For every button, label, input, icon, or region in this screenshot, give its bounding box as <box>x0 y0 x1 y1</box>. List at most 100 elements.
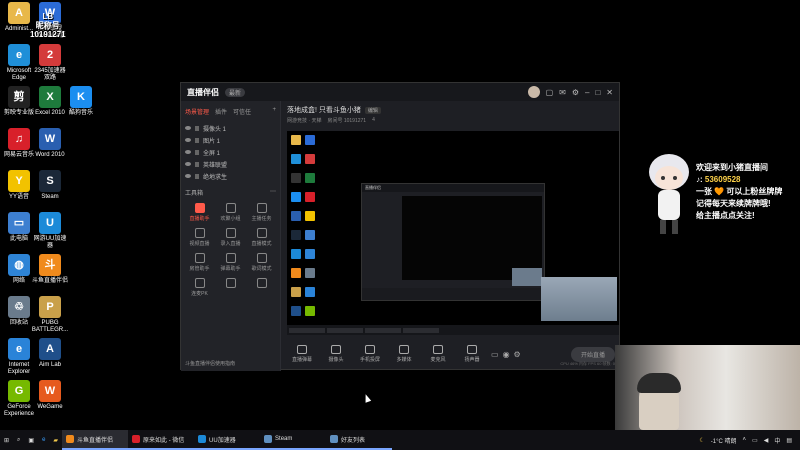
tool-item[interactable]: 歌词模式 <box>247 253 276 272</box>
tab-plugins[interactable]: 插件 <box>215 107 227 116</box>
tool-item[interactable]: 直播助手 <box>185 203 214 222</box>
tool-icon <box>225 253 236 263</box>
taskbar-app[interactable]: 好友列表 <box>326 430 393 450</box>
video-icon[interactable]: ▭ <box>491 350 499 359</box>
input-language[interactable]: 中 <box>774 436 780 445</box>
preview-desktop-icons <box>289 133 323 342</box>
network-icon[interactable]: ▭ <box>752 437 758 444</box>
avatar[interactable] <box>527 86 540 98</box>
desktop-icon[interactable]: U 网游UU加速 器 <box>31 212 69 250</box>
overlay-welcome: 欢迎来到小猪直播间 <box>696 163 768 172</box>
start-button[interactable]: ⊞ <box>0 430 13 450</box>
tool-label: 直播模式 <box>251 241 272 247</box>
tool-item[interactable]: 直播模式 <box>247 228 276 247</box>
notification-icon[interactable]: ▤ <box>786 437 792 444</box>
eye-icon[interactable] <box>185 126 191 130</box>
task-view-icon: ▣ <box>28 437 35 444</box>
tool-item[interactable] <box>247 278 276 297</box>
edge-button[interactable]: e <box>38 430 49 450</box>
tool-item[interactable]: 房管助手 <box>185 253 214 272</box>
tool-label: 主播任务 <box>251 216 272 222</box>
message-icon[interactable]: ▢ <box>546 88 554 97</box>
window-titlebar: 直播伴侣 最新 ▢ ✉ ⚙ – □ ✕ <box>181 83 619 101</box>
tool-item[interactable]: 欢聚小组 <box>216 203 245 222</box>
taskbar-app[interactable]: 原来如此 - 微信 <box>128 430 195 450</box>
scene-item[interactable]: 绝地求生 <box>181 170 280 182</box>
app-icon: ♲ <box>8 296 30 318</box>
eye-icon[interactable]: ◉ <box>503 350 510 359</box>
app-icon: ▭ <box>8 212 30 234</box>
chevron-up-icon[interactable]: ˄ <box>743 437 747 443</box>
room-meta: 网游竞技 · 天梯 房间号 10191271 4 <box>281 117 621 124</box>
settings-icon[interactable]: ⚙ <box>572 88 579 97</box>
desktop-icon[interactable]: A Aim Lab <box>31 338 69 369</box>
preview-icon <box>291 230 301 240</box>
tool-icon <box>225 203 236 213</box>
desktop-icon[interactable]: 2 2345加速器 双路 <box>31 44 69 82</box>
scene-item[interactable]: 图片 1 <box>181 134 280 146</box>
eye-icon[interactable] <box>185 162 191 166</box>
add-tab-button[interactable]: + <box>272 107 276 116</box>
taskbar-app-label: UU加速器 <box>209 437 236 444</box>
desktop-icon[interactable]: W WeGame <box>31 380 69 411</box>
overlay-line5: 给主播点点关注! <box>696 211 755 220</box>
gift-icon[interactable]: ✉ <box>559 88 566 97</box>
webcam-feed <box>615 345 800 430</box>
tool-item[interactable]: 连麦PK <box>185 278 214 297</box>
lock-icon[interactable] <box>195 161 199 167</box>
app-icon: Y <box>8 170 30 192</box>
mouse-cursor <box>362 393 372 403</box>
explorer-button[interactable]: ▰ <box>49 430 62 450</box>
lock-icon[interactable] <box>195 137 199 143</box>
taskbar-app-icon <box>132 435 141 443</box>
start-live-button[interactable]: 开始直播 <box>570 346 615 362</box>
desktop-icon[interactable]: K 酷狗音乐 <box>62 86 100 117</box>
search-button[interactable]: ⌕ <box>13 430 24 450</box>
taskbar-app[interactable]: 斗鱼直播伴侣 <box>62 430 129 450</box>
eye-icon[interactable] <box>185 150 191 154</box>
tools-grid: 直播助手 欢聚小组 主播任务视频直播 录入直播 直播模式房管助手 弹幕助手 歌词模式连麦PK <box>181 201 280 299</box>
desktop-icon[interactable]: P PUBG BATTLEGR... <box>31 296 69 334</box>
lock-icon[interactable] <box>195 149 199 155</box>
preview-icon <box>291 173 301 183</box>
taskbar-app-label: Steam <box>275 436 293 442</box>
tool-item[interactable] <box>216 278 245 297</box>
weather-text[interactable]: -1°C 晴朗 <box>711 436 737 445</box>
tab-trusted[interactable]: 可信任 <box>233 107 251 116</box>
preview-icon <box>305 230 315 240</box>
tool-item[interactable]: 录入直播 <box>216 228 245 247</box>
tool-item[interactable]: 视频直播 <box>185 228 214 247</box>
guide-link[interactable]: 斗鱼直播伴侣使用指南 <box>185 360 235 367</box>
stream-preview[interactable]: 直播伴侣 <box>287 131 619 335</box>
minimize-icon[interactable]: – <box>585 88 589 97</box>
tool-item[interactable]: 弹幕助手 <box>216 253 245 272</box>
settings-icon[interactable]: ⚙ <box>514 350 521 359</box>
desktop-icon-label: Aim Lab <box>38 362 61 368</box>
stream-overlay: 欢迎来到小猪直播间 ♪: 53609528 一张 🧡 可以上粉丝牌牌 记得每天来… <box>640 150 800 250</box>
desktop-icon[interactable]: S Steam <box>31 170 69 201</box>
tab-scenes[interactable]: 场景管理 <box>185 107 209 116</box>
eye-icon[interactable] <box>185 174 191 178</box>
app-icon: X <box>39 86 61 108</box>
task-view-button[interactable]: ▣ <box>24 430 38 450</box>
scene-item[interactable]: 摄像头 1 <box>181 122 280 134</box>
room-category[interactable]: 网游竞技 · 天梯 <box>287 117 321 124</box>
taskbar-app[interactable]: Steam <box>260 430 327 450</box>
eye-icon[interactable] <box>185 138 191 142</box>
mic-icon <box>433 345 443 354</box>
maximize-icon[interactable]: □ <box>595 88 600 97</box>
taskbar-app[interactable]: UU加速器 <box>194 430 261 450</box>
tool-item[interactable]: 主播任务 <box>247 203 276 222</box>
taskbar-app-icon <box>264 435 273 443</box>
desktop-icon[interactable]: W Word 2010 <box>31 128 69 159</box>
scene-item[interactable]: 英雄联盟 <box>181 158 280 170</box>
desktop-icon[interactable]: 斗斗鱼直播伴侣 <box>31 254 69 285</box>
edit-title-button[interactable]: 编辑 <box>364 106 381 114</box>
close-icon[interactable]: ✕ <box>606 88 613 97</box>
lock-icon[interactable] <box>195 173 199 179</box>
lock-icon[interactable] <box>195 125 199 131</box>
more-icon[interactable]: ⋯ <box>270 188 276 197</box>
volume-icon[interactable]: ◀ <box>764 437 769 444</box>
scene-item[interactable]: 全屏 1 <box>181 146 280 158</box>
speaker-icon <box>467 345 477 354</box>
